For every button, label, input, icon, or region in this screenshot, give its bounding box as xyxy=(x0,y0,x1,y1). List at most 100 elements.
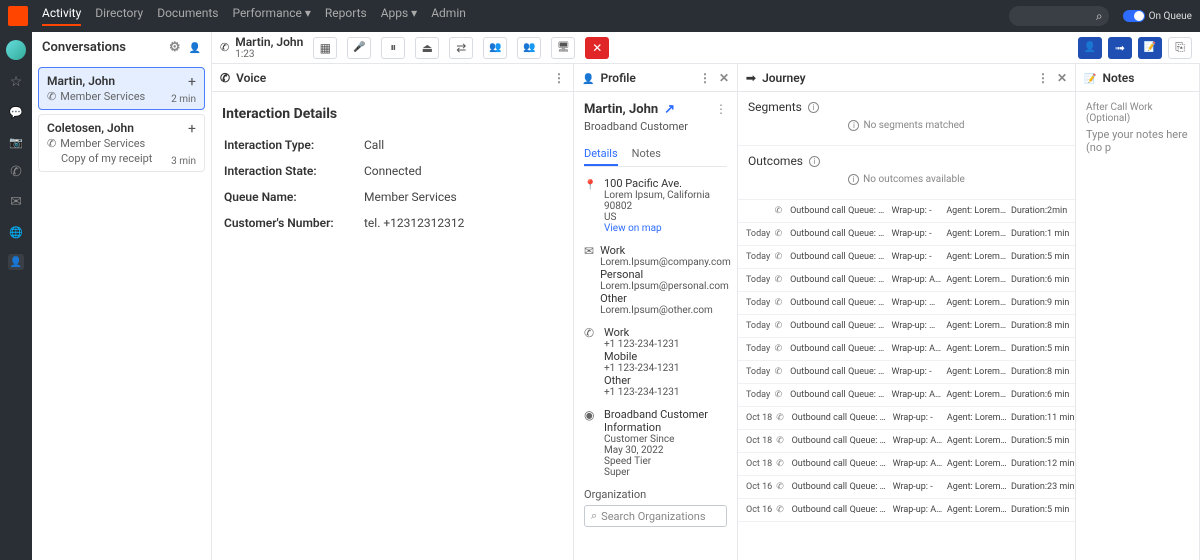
journey-row[interactable]: TodayOutbound callQueue: Lo…Wrap-up: -Ag… xyxy=(738,361,1075,384)
phones-icon xyxy=(584,326,598,398)
interactions-icon[interactable] xyxy=(8,254,24,270)
secure-pause-button[interactable] xyxy=(415,37,439,59)
nav-performance[interactable]: Performance ▾ xyxy=(232,6,310,26)
voice-title: Voice xyxy=(236,71,266,85)
journey-view-button[interactable] xyxy=(1108,37,1132,59)
journey-wrapup: Wrap-up: - xyxy=(891,252,942,262)
interaction-details-heading: Interaction Details xyxy=(222,106,563,122)
contact-label: Work xyxy=(600,244,731,257)
dialpad-button[interactable] xyxy=(313,37,337,59)
journey-row[interactable]: TodayOutbound callQueue: Lo…Wrap-up: MD7… xyxy=(738,292,1075,315)
journey-date: Today xyxy=(746,229,771,239)
conv-sub: Member Services xyxy=(60,90,145,103)
phone-icon[interactable] xyxy=(8,164,24,180)
journey-agent: Agent: Lorem Ipsum xyxy=(946,390,1007,400)
journey-wrapup: Wrap-up: MD7ED xyxy=(891,298,942,308)
add-icon[interactable]: + xyxy=(188,121,196,137)
nav-documents[interactable]: Documents xyxy=(157,6,218,26)
call-type-icon xyxy=(776,459,787,469)
mute-button[interactable] xyxy=(347,37,371,59)
global-search-input[interactable] xyxy=(1009,6,1109,26)
avatar[interactable] xyxy=(6,40,26,60)
journey-queue: Queue: Lo… xyxy=(850,436,889,446)
address-line1: 100 Pacific Ave. xyxy=(604,177,727,190)
journey-type: Outbound call xyxy=(790,252,844,262)
phone-icon xyxy=(47,90,56,103)
profile-panel: Profile Martin, John Broadband Customer … xyxy=(574,64,738,560)
journey-type: Outbound call xyxy=(790,344,844,354)
globe-icon[interactable] xyxy=(8,224,24,240)
tab-details[interactable]: Details xyxy=(584,143,618,166)
journey-queue: Queue: Lo… xyxy=(848,298,887,308)
nav-directory[interactable]: Directory xyxy=(95,6,143,26)
journey-queue: Queue: Lo… xyxy=(850,505,889,515)
contact-value: +1 123-234-1231 xyxy=(604,363,727,374)
gear-icon[interactable] xyxy=(169,40,181,55)
profile-view-button[interactable] xyxy=(1078,37,1102,59)
screenshare-button[interactable] xyxy=(551,37,575,59)
profile-close-icon[interactable] xyxy=(719,71,729,85)
journey-row[interactable]: TodayOutbound callQueue: Lo…Wrap-up: -Ag… xyxy=(738,223,1075,246)
consult-button[interactable] xyxy=(483,37,507,59)
journey-row[interactable]: TodayOutbound callQueue: Lo…Wrap-up: -Ag… xyxy=(738,246,1075,269)
conversation-card[interactable]: Coletosen, John+Member ServicesCopy of m… xyxy=(38,114,205,172)
detail-value: Connected xyxy=(364,164,422,178)
address-line2: Lorem Ipsum, California 90802 xyxy=(604,190,727,212)
journey-row[interactable]: TodayOutbound callQueue: Lo…Wrap-up: MD7… xyxy=(738,315,1075,338)
journey-row[interactable]: Oct 18Outbound callQueue: Lo…Wrap-up: Ab… xyxy=(738,453,1075,476)
journey-duration: Duration:11 min xyxy=(1011,413,1067,423)
script-view-button[interactable]: ⎘ xyxy=(1168,37,1192,59)
journey-queue: Queue: Lo… xyxy=(848,367,887,377)
journey-row[interactable]: Outbound callQueue: Lo…Wrap-up: -Agent: … xyxy=(738,200,1075,223)
journey-type: Outbound call xyxy=(792,413,846,423)
organization-search-input[interactable]: Search Organizations xyxy=(584,505,727,527)
segments-info-icon[interactable]: i xyxy=(808,102,819,113)
add-icon[interactable]: + xyxy=(188,74,196,90)
detail-value: Member Services xyxy=(364,190,457,204)
conference-button[interactable] xyxy=(517,37,541,59)
journey-queue: Queue: Lo… xyxy=(850,459,889,469)
hold-button[interactable] xyxy=(381,37,405,59)
notes-title: Notes xyxy=(1102,71,1134,85)
detail-value: Call xyxy=(364,138,384,152)
journey-row[interactable]: Oct 18Outbound callQueue: Lo…Wrap-up: Ab… xyxy=(738,430,1075,453)
view-on-map-link[interactable]: View on map xyxy=(604,223,727,234)
notes-view-button[interactable] xyxy=(1138,37,1162,59)
journey-row[interactable]: Oct 18Outbound callQueue: Lo…Wrap-up: -A… xyxy=(738,407,1075,430)
nav-admin[interactable]: Admin xyxy=(431,6,466,26)
journey-agent: Agent: Lorem Ipsum xyxy=(947,482,1007,492)
journey-duration: Duration:5 min xyxy=(1011,344,1067,354)
add-person-icon[interactable] xyxy=(189,40,201,55)
customer-more-icon[interactable] xyxy=(715,102,727,117)
journey-queue: Queue: Lo… xyxy=(848,229,887,239)
journey-wrapup: Wrap-up: - xyxy=(891,367,942,377)
video-icon[interactable] xyxy=(8,134,24,150)
end-call-button[interactable] xyxy=(585,37,609,59)
journey-row[interactable]: TodayOutbound callQueue: Lo…Wrap-up: Aba… xyxy=(738,269,1075,292)
journey-agent: Agent: Lorem Ipsum xyxy=(947,413,1007,423)
inbox-icon[interactable] xyxy=(8,194,24,210)
voice-more-icon[interactable] xyxy=(553,71,565,85)
journey-close-icon[interactable] xyxy=(1057,71,1067,85)
nav-activity[interactable]: Activity xyxy=(42,6,81,26)
journey-more-icon[interactable] xyxy=(1037,71,1049,85)
journey-row[interactable]: TodayOutbound callQueue: Lo…Wrap-up: Aba… xyxy=(738,338,1075,361)
favorites-icon[interactable] xyxy=(8,74,24,90)
journey-row[interactable]: Oct 16Outbound callQueue: Lo…Wrap-up: -A… xyxy=(738,476,1075,499)
notes-textarea[interactable]: Type your notes here (no p xyxy=(1086,128,1189,154)
nav-reports[interactable]: Reports xyxy=(325,6,367,26)
since-value: May 30, 2022 xyxy=(604,445,727,456)
outcomes-info-icon[interactable]: i xyxy=(809,156,820,167)
journey-row[interactable]: Oct 16Outbound callQueue: Lo…Wrap-up: Ab… xyxy=(738,499,1075,522)
popout-icon[interactable] xyxy=(664,102,675,117)
nav-apps[interactable]: Apps ▾ xyxy=(381,6,418,26)
on-queue-toggle[interactable]: On Queue xyxy=(1123,10,1192,22)
transfer-button[interactable] xyxy=(449,37,473,59)
conversation-card[interactable]: Martin, John+Member Services2 min xyxy=(38,67,205,110)
journey-row[interactable]: TodayOutbound callQueue: Lo…Wrap-up: Aba… xyxy=(738,384,1075,407)
journey-title: Journey xyxy=(762,71,806,85)
chat-icon[interactable] xyxy=(8,104,24,120)
tab-notes[interactable]: Notes xyxy=(632,143,661,166)
journey-queue: Queue: Lo… xyxy=(848,344,887,354)
profile-more-icon[interactable] xyxy=(699,71,711,85)
